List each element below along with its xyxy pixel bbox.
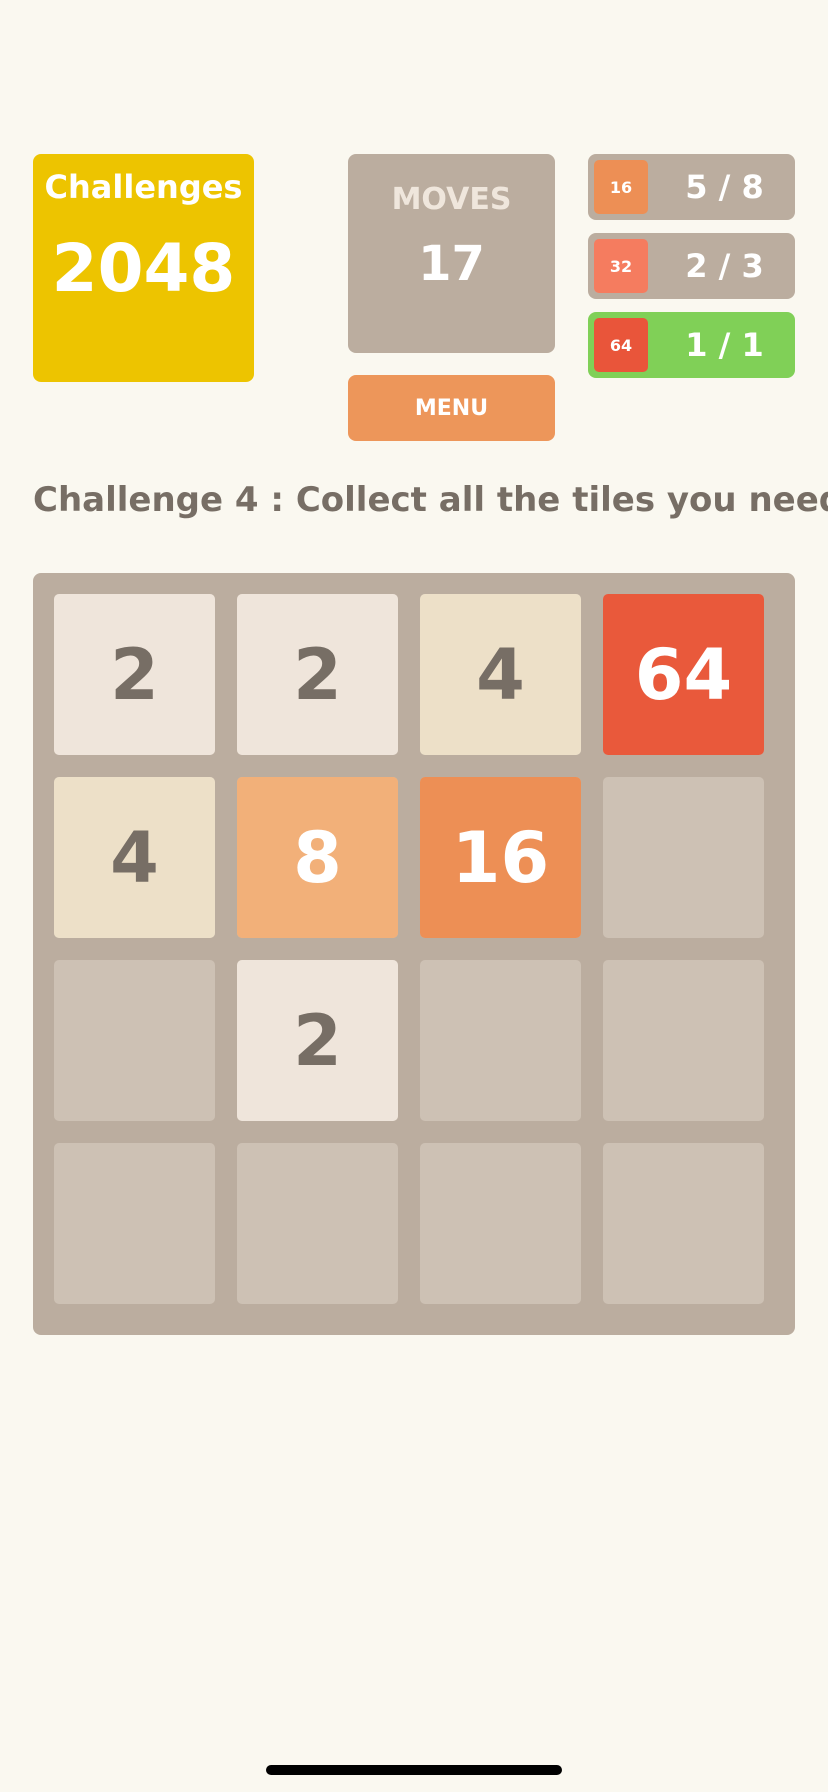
tile-2: 2 [54, 594, 215, 755]
goal-progress-16: 5 / 8 [685, 168, 764, 206]
board-cell [54, 1143, 215, 1304]
moves-counter: MOVES 17 [348, 154, 555, 353]
logo-title: Challenges [44, 168, 243, 206]
challenge-description: Challenge 4 : Collect all the tiles you … [33, 480, 828, 520]
goal-tile-16: 16 [594, 160, 648, 214]
game-board[interactable]: 2 2 4 64 4 8 16 2 [33, 573, 795, 1335]
board-cell [603, 777, 764, 938]
tile-2: 2 [237, 594, 398, 755]
moves-value: 17 [418, 236, 485, 292]
board-cell [603, 960, 764, 1121]
goal-64: 64 1 / 1 [588, 312, 795, 378]
goal-progress-32: 2 / 3 [685, 247, 764, 285]
goal-tile-64: 64 [594, 318, 648, 372]
board-cell [237, 1143, 398, 1304]
tile-16: 16 [420, 777, 581, 938]
board-cell [54, 960, 215, 1121]
board-cell [420, 1143, 581, 1304]
goal-32: 32 2 / 3 [588, 233, 795, 299]
goal-tile-32: 32 [594, 239, 648, 293]
tile-4: 4 [54, 777, 215, 938]
tile-4: 4 [420, 594, 581, 755]
home-indicator[interactable] [266, 1765, 562, 1775]
menu-button[interactable]: MENU [348, 375, 555, 441]
board-cell [603, 1143, 764, 1304]
tile-64: 64 [603, 594, 764, 755]
tile-8: 8 [237, 777, 398, 938]
goal-16: 16 5 / 8 [588, 154, 795, 220]
moves-label: MOVES [391, 182, 512, 217]
logo-number: 2048 [51, 230, 236, 307]
goal-progress-64: 1 / 1 [685, 326, 764, 364]
board-cell [420, 960, 581, 1121]
tile-2: 2 [237, 960, 398, 1121]
game-logo: Challenges 2048 [33, 154, 254, 382]
